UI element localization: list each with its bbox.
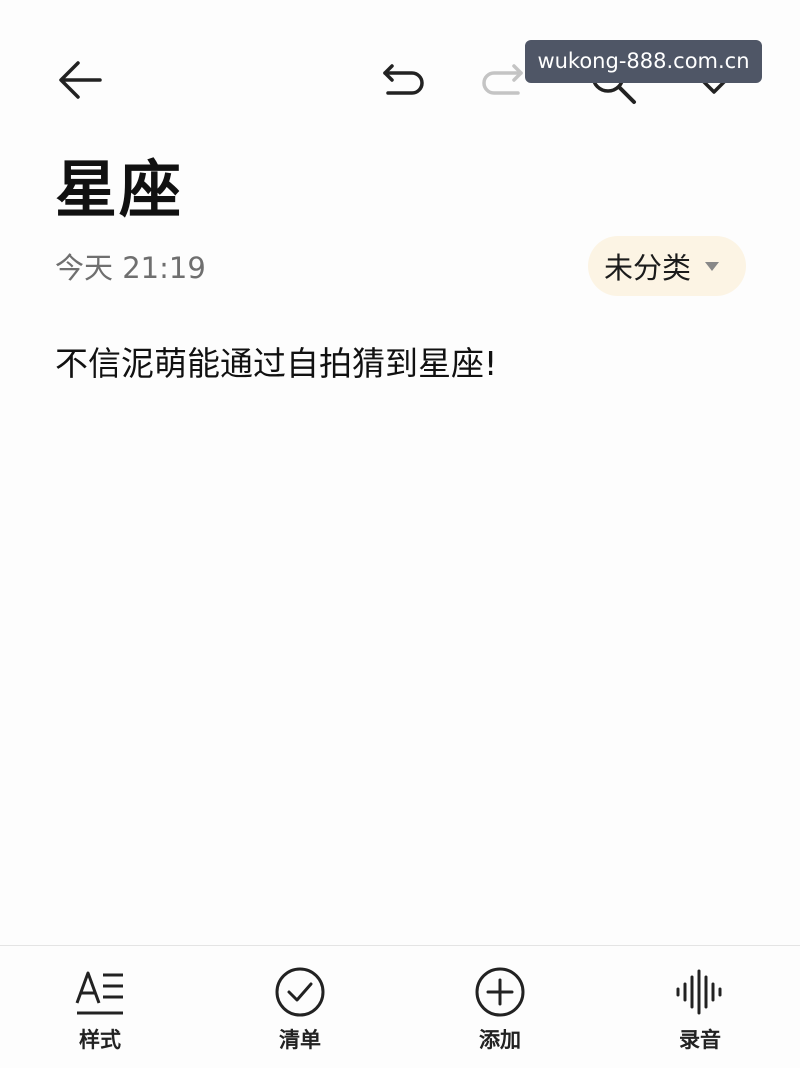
style-button[interactable]: 样式 bbox=[30, 946, 170, 1068]
note-timestamp: 今天 21:19 bbox=[55, 251, 206, 285]
checklist-label: 清单 bbox=[279, 1028, 321, 1052]
watermark: wukong-888.com.cn bbox=[525, 40, 762, 83]
checklist-button[interactable]: 清单 bbox=[230, 946, 370, 1068]
record-label: 录音 bbox=[679, 1028, 721, 1052]
text-style-icon bbox=[75, 971, 123, 1015]
top-toolbar: wukong-888.com.cn bbox=[0, 0, 800, 150]
audio-wave-icon bbox=[676, 969, 722, 1015]
caret-down-icon bbox=[705, 261, 720, 271]
checklist-icon bbox=[275, 967, 325, 1017]
bottom-toolbar: 样式 清单 添加 录音 bbox=[0, 945, 800, 1068]
style-label: 样式 bbox=[79, 1028, 121, 1052]
undo-button[interactable] bbox=[372, 50, 432, 110]
redo-icon bbox=[482, 64, 523, 95]
undo-icon bbox=[383, 64, 424, 95]
add-circle-icon bbox=[475, 967, 525, 1017]
back-button[interactable] bbox=[50, 50, 110, 110]
add-label: 添加 bbox=[479, 1028, 521, 1052]
note-body[interactable]: 不信泥萌能通过自拍猜到星座! bbox=[55, 340, 497, 388]
back-arrow-icon bbox=[59, 61, 102, 99]
record-button[interactable]: 录音 bbox=[630, 946, 770, 1068]
category-label: 未分类 bbox=[604, 251, 692, 285]
add-button[interactable]: 添加 bbox=[430, 946, 570, 1068]
category-dropdown[interactable]: 未分类 bbox=[588, 236, 746, 296]
note-title[interactable]: 星座 bbox=[55, 150, 183, 230]
